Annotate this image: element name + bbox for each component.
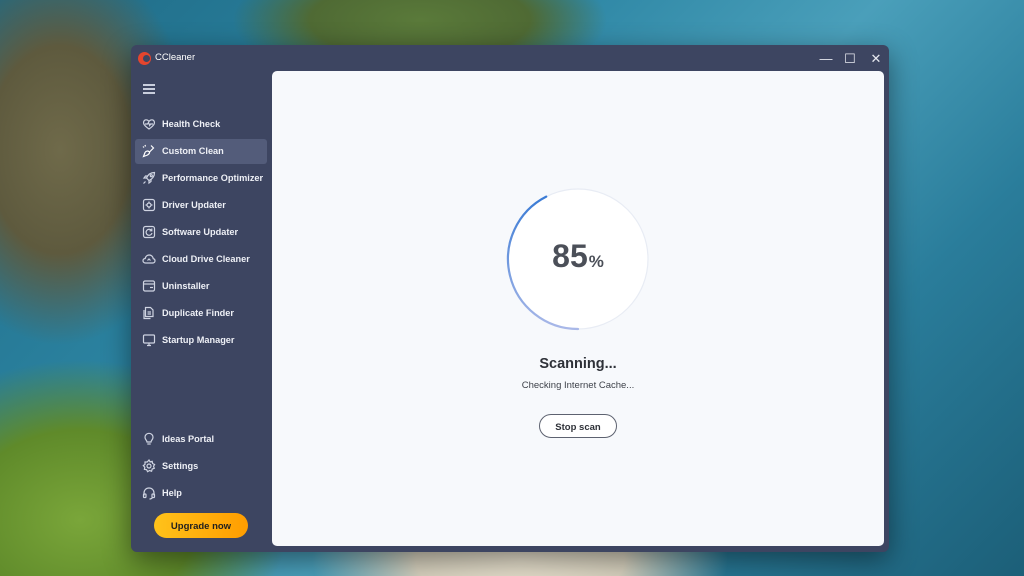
progress-value: 85 <box>552 238 588 274</box>
uninstall-icon <box>142 279 156 293</box>
sidebar-item-health-check[interactable]: Health Check <box>135 112 267 137</box>
sidebar-item-ideas-portal[interactable]: Ideas Portal <box>135 427 267 452</box>
gear-box-icon <box>142 198 156 212</box>
sidebar-item-startup-manager[interactable]: Startup Manager <box>135 328 267 353</box>
sidebar-item-cloud-drive-cleaner[interactable]: Cloud Drive Cleaner <box>135 247 267 272</box>
sidebar-item-label: Ideas Portal <box>162 434 215 444</box>
sidebar-item-software-updater[interactable]: Software Updater <box>135 220 267 245</box>
sidebar-item-help[interactable]: Help <box>135 481 267 506</box>
scan-panel: 85% Scanning... Checking Internet Cache.… <box>272 71 884 546</box>
help-icon <box>142 486 156 500</box>
sidebar-item-label: Performance Optimizer <box>162 173 264 183</box>
sidebar-item-uninstaller[interactable]: Uninstaller <box>135 274 267 299</box>
sidebar-item-driver-updater[interactable]: Driver Updater <box>135 193 267 218</box>
scan-status-title: Scanning... <box>539 356 617 372</box>
percent-sign: % <box>588 252 604 271</box>
brush-icon <box>142 144 156 158</box>
maximize-button[interactable]: ☐ <box>839 49 861 69</box>
sidebar-item-label: Duplicate Finder <box>162 308 234 318</box>
scan-status-detail: Checking Internet Cache... <box>521 380 635 391</box>
progress-percent: 85% <box>506 236 650 282</box>
sidebar-item-duplicate-finder[interactable]: Duplicate Finder <box>135 301 267 326</box>
close-button[interactable]: ✕ <box>865 49 887 69</box>
rocket-icon <box>142 171 156 185</box>
sidebar-item-label: Software Updater <box>162 227 239 237</box>
sidebar-item-label: Startup Manager <box>162 335 235 345</box>
progress-ring: 85% <box>506 187 650 331</box>
sidebar-item-label: Custom Clean <box>162 146 224 156</box>
sidebar-item-label: Driver Updater <box>162 200 226 210</box>
minimize-button[interactable]: — <box>815 49 837 69</box>
sidebar-item-label: Cloud Drive Cleaner <box>162 254 250 264</box>
refresh-box-icon <box>142 225 156 239</box>
lightbulb-icon <box>142 432 156 446</box>
sidebar-item-settings[interactable]: Settings <box>135 454 267 479</box>
sidebar-item-label: Settings <box>162 461 199 471</box>
app-window: CCleaner — ☐ ✕ Health Check Custom Clean… <box>131 45 889 552</box>
ccleaner-logo-icon <box>138 52 151 65</box>
sidebar-item-label: Health Check <box>162 119 221 129</box>
heart-icon <box>142 117 156 131</box>
upgrade-now-button[interactable]: Upgrade now <box>154 513 248 538</box>
cloud-icon <box>142 252 156 266</box>
sidebar-item-custom-clean[interactable]: Custom Clean <box>135 139 267 164</box>
gear-icon <box>142 459 156 473</box>
hamburger-icon[interactable] <box>143 83 157 95</box>
sidebar-item-label: Uninstaller <box>162 281 210 291</box>
stop-scan-button[interactable]: Stop scan <box>539 414 617 438</box>
monitor-icon <box>142 333 156 347</box>
sidebar-item-label: Help <box>162 488 182 498</box>
title-bar: CCleaner — ☐ ✕ <box>131 45 889 73</box>
duplicate-icon <box>142 306 156 320</box>
app-title: CCleaner <box>155 52 196 63</box>
sidebar-item-performance-optimizer[interactable]: Performance Optimizer <box>135 166 267 191</box>
